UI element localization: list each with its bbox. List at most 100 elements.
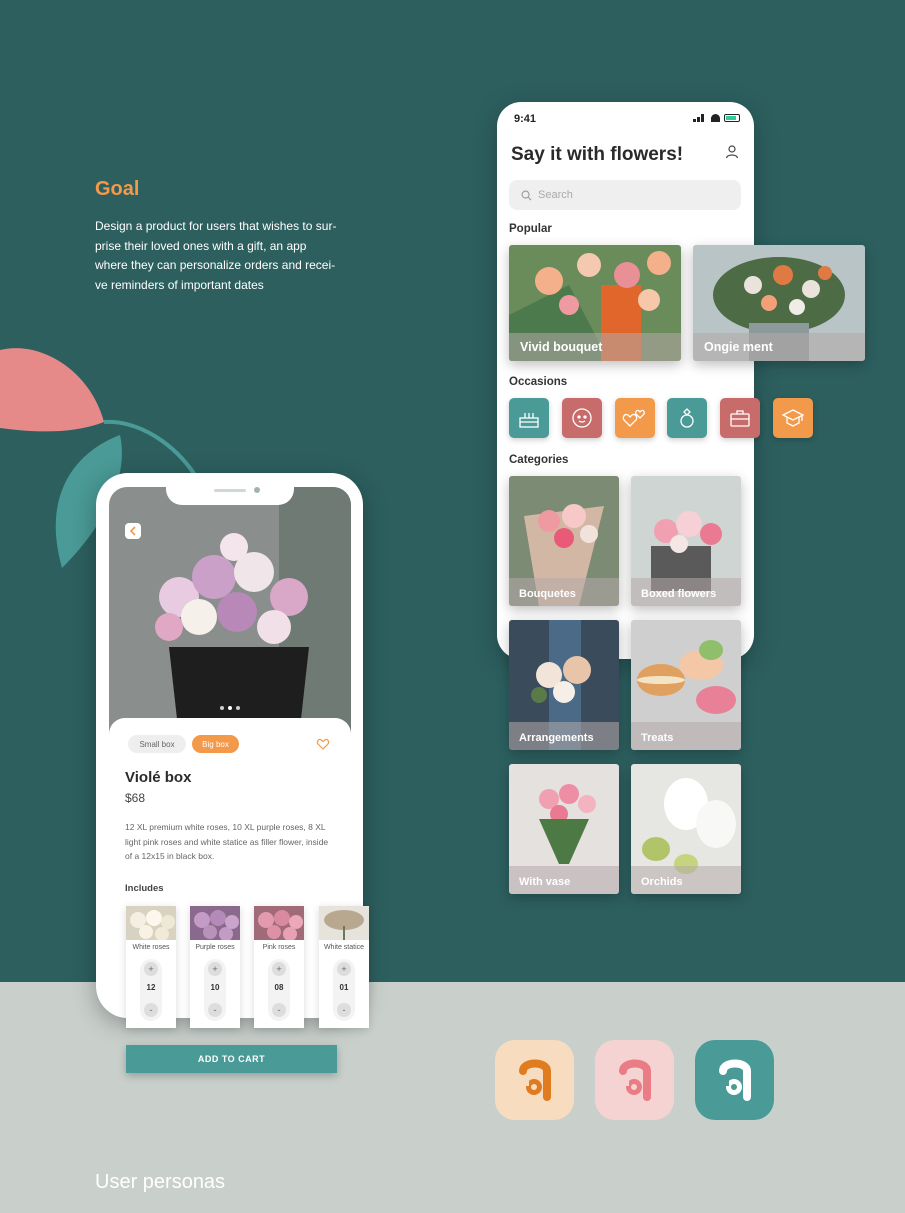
product-hero-photo (109, 487, 351, 737)
occasions-label: Occasions (509, 376, 568, 388)
ring-icon (680, 408, 694, 428)
popular-card-label: Ongie ment (704, 340, 773, 354)
occasion-birthday[interactable] (509, 398, 549, 438)
category-card[interactable]: With vase (509, 764, 619, 894)
popular-label: Popular (509, 223, 552, 235)
include-item-card: Purple roses + 10 - (190, 906, 240, 1028)
hearts-icon (622, 409, 645, 427)
white-statice-photo (319, 906, 369, 940)
quantity-value: 12 (146, 983, 156, 992)
quantity-stepper: + 01 - (333, 959, 355, 1021)
chevron-left-icon (129, 526, 136, 536)
product-description: 12 XL premium white roses, 10 XL purple … (125, 822, 329, 861)
decrement-button[interactable]: - (272, 1003, 286, 1017)
category-card[interactable]: Arrangements (509, 620, 619, 750)
graduation-cap-icon (781, 409, 805, 427)
quantity-stepper: + 10 - (204, 959, 226, 1021)
user-profile-icon[interactable] (724, 144, 740, 160)
quantity-stepper: + 08 - (268, 959, 290, 1021)
size-big-chip[interactable]: Big box (192, 735, 239, 753)
camera (254, 487, 260, 493)
battery-icon (724, 114, 740, 122)
popular-card-label: Vivid bouquet (520, 340, 603, 354)
carousel-dots[interactable] (220, 706, 240, 710)
search-input[interactable] (538, 189, 718, 201)
status-icons (693, 114, 740, 122)
briefcase-icon (730, 410, 750, 427)
search-bar[interactable] (509, 180, 741, 210)
quantity-value: 08 (274, 983, 284, 992)
include-item-label: White statice (323, 944, 365, 951)
app-icon-pink (595, 1040, 674, 1120)
app-logo-icon (518, 1059, 551, 1101)
app-icon-orange (495, 1040, 574, 1120)
phone-notch (166, 473, 294, 505)
carousel-dot[interactable] (236, 706, 240, 710)
add-to-cart-button[interactable]: ADD TO CART (126, 1045, 337, 1073)
category-label: With vase (519, 876, 571, 888)
popular-card[interactable]: Ongie ment (693, 245, 865, 361)
category-label: Arrangements (519, 732, 594, 744)
decrement-button[interactable]: - (144, 1003, 158, 1017)
decrement-button[interactable]: - (208, 1003, 222, 1017)
categories-label: Categories (509, 454, 569, 466)
include-item-card: White roses + 12 - (126, 906, 176, 1028)
decrement-button[interactable]: - (337, 1003, 351, 1017)
product-price: $68 (125, 791, 146, 805)
app-icon-teal (695, 1040, 774, 1120)
goal-line: Design a product for users that wishes t… (95, 219, 337, 233)
search-icon (521, 190, 532, 200)
increment-button[interactable]: + (337, 962, 351, 976)
occasion-love[interactable] (615, 398, 655, 438)
goal-description: Design a product for users that wishes t… (95, 217, 355, 295)
purple-roses-photo (190, 906, 240, 940)
quantity-value: 10 (210, 983, 220, 992)
includes-label: Includes (125, 883, 164, 894)
include-item-card: Pink roses + 08 - (254, 906, 304, 1028)
goal-title: Goal (95, 178, 140, 200)
category-card[interactable]: Treats (631, 620, 741, 750)
category-card[interactable]: Boxed flowers (631, 476, 741, 606)
category-card[interactable]: Orchids (631, 764, 741, 894)
popular-card[interactable]: Vivid bouquet (509, 245, 681, 361)
size-small-chip[interactable]: Small box (128, 735, 186, 753)
include-item-card: White statice + 01 - (319, 906, 369, 1028)
quantity-stepper: + 12 - (140, 959, 162, 1021)
pink-roses-photo (254, 906, 304, 940)
increment-button[interactable]: + (272, 962, 286, 976)
wifi-icon (711, 114, 720, 122)
category-card[interactable]: Bouquetes (509, 476, 619, 606)
category-label: Treats (641, 732, 674, 744)
baby-face-icon (572, 408, 592, 428)
goal-line: prise their loved ones with a gift, an a… (95, 238, 307, 253)
goal-line: where they can personalize orders and re… (95, 258, 336, 272)
occasion-baby[interactable] (562, 398, 602, 438)
increment-button[interactable]: + (144, 962, 158, 976)
app-title: Say it with flowers! (511, 144, 684, 165)
speaker (214, 489, 246, 492)
carousel-dot[interactable] (220, 706, 224, 710)
back-button[interactable] (125, 523, 141, 539)
include-item-label: White roses (132, 944, 170, 951)
app-logo-icon (718, 1059, 751, 1101)
product-title: Violé box (125, 769, 192, 786)
carousel-dot[interactable] (228, 706, 232, 710)
include-item-label: Purple roses (195, 944, 235, 951)
occasion-engagement[interactable] (667, 398, 707, 438)
app-logo-icon (618, 1059, 651, 1101)
occasion-work[interactable] (720, 398, 760, 438)
birthday-cake-icon (519, 413, 539, 428)
heart-favorite-icon[interactable] (316, 737, 330, 751)
status-time: 9:41 (514, 113, 537, 125)
quantity-value: 01 (339, 983, 349, 992)
category-label: Orchids (641, 876, 683, 888)
goal-line: ve reminders of important dates (95, 277, 264, 292)
signal-icon (693, 114, 707, 122)
include-item-label: Pink roses (262, 944, 296, 951)
category-label: Bouquetes (519, 588, 576, 600)
category-label: Boxed flowers (641, 588, 717, 600)
increment-button[interactable]: + (208, 962, 222, 976)
white-roses-photo (126, 906, 176, 940)
user-personas-heading: User personas (95, 1171, 226, 1193)
occasion-graduation[interactable] (773, 398, 813, 438)
